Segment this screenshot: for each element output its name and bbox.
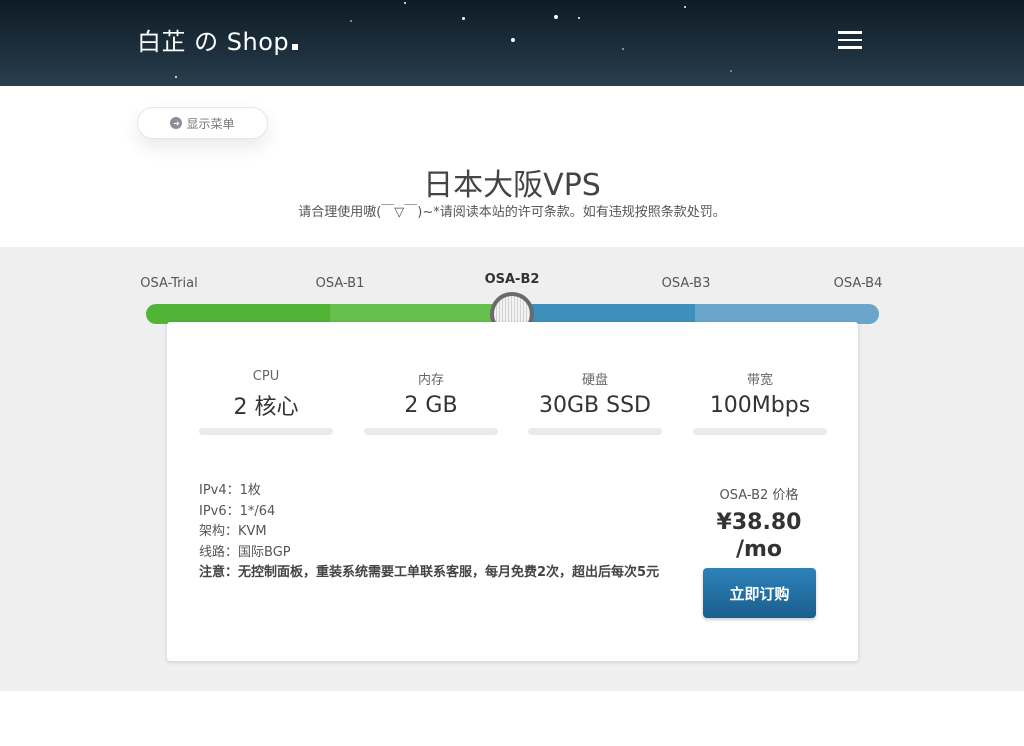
spec-label: 硬盘	[581, 373, 608, 388]
price-area: OSA-B2 价格 ¥38.80 /mo	[695, 484, 823, 563]
spec-memory: 内存 2 GB	[364, 369, 498, 435]
slider-segment-b1	[330, 304, 512, 324]
site-logo[interactable]: 白芷 の Shop	[137, 22, 299, 57]
spec-label: 内存	[417, 373, 444, 388]
star-decoration	[175, 76, 177, 78]
spec-value: 2 核心	[233, 395, 299, 420]
slider-segment-b3	[695, 304, 879, 324]
star-decoration	[404, 2, 406, 4]
plan-label-osa-trial[interactable]: OSA-Trial	[140, 276, 197, 291]
star-decoration	[554, 15, 558, 19]
spec-bar	[693, 428, 827, 435]
detail-ipv4: IPv4：1枚	[199, 483, 261, 498]
page-title: 日本大阪VPS	[423, 168, 601, 203]
star-decoration	[730, 70, 732, 72]
plan-details: IPv4：1枚 IPv6：1*/64 架构：KVM 线路：国际BGP 注意：无控…	[199, 481, 669, 584]
arrow-right-circle-icon: ➜	[170, 117, 183, 129]
plan-label-osa-b2[interactable]: OSA-B2	[485, 272, 540, 287]
site-header: 白芷 の Shop	[0, 0, 1024, 86]
star-decoration	[350, 20, 352, 22]
detail-ipv6: IPv6：1*/64	[199, 503, 276, 519]
slider-segment-b2	[512, 304, 695, 324]
plan-label-osa-b1[interactable]: OSA-B1	[316, 276, 365, 291]
star-decoration	[684, 6, 686, 8]
detail-note: 注意：无控制面板，重装系统需要工单联系客服，每月免费2次，超出后每次5元	[199, 565, 660, 580]
price-period: /mo	[735, 537, 783, 562]
plan-label-osa-b4[interactable]: OSA-B4	[834, 276, 883, 291]
star-decoration	[511, 38, 515, 42]
spec-bandwidth: 带宽 100Mbps	[693, 369, 827, 435]
show-menu-label: 显示菜单	[186, 116, 235, 131]
logo-text: 白芷 の Shop	[137, 28, 290, 56]
buy-now-button[interactable]: 立即订购	[703, 568, 816, 618]
spec-value: 2 GB	[404, 393, 458, 418]
spec-value: 30GB SSD	[539, 393, 651, 418]
detail-line: 线路：国际BGP	[199, 544, 291, 560]
spec-cpu: CPU 2 核心	[199, 369, 333, 435]
hamburger-icon[interactable]	[838, 31, 862, 49]
price-amount: ¥38.80	[716, 510, 802, 535]
plan-card: CPU 2 核心 内存 2 GB 硬盘 30GB SSD 带宽 100Mbps …	[167, 322, 858, 661]
star-decoration	[578, 17, 580, 19]
page-subtitle: 请合理使用嗷(￣▽￣)~*请阅读本站的许可条款。如有违规按照条款处罚。	[298, 205, 726, 220]
spec-label: CPU	[252, 369, 280, 384]
plan-label-osa-b3[interactable]: OSA-B3	[662, 276, 711, 291]
spec-label: 带宽	[746, 373, 773, 388]
star-decoration	[622, 48, 624, 50]
star-decoration	[462, 17, 465, 20]
logo-dot	[292, 44, 299, 50]
spec-value: 100Mbps	[709, 393, 811, 418]
price-label: OSA-B2 价格	[719, 488, 799, 503]
spec-bar	[528, 428, 662, 435]
spec-disk: 硬盘 30GB SSD	[528, 369, 662, 435]
slider-segment-trial	[146, 304, 330, 324]
show-menu-button[interactable]: ➜ 显示菜单	[137, 107, 268, 139]
spec-bar	[364, 428, 498, 435]
spec-bar	[199, 428, 333, 435]
detail-arch: 架构：KVM	[199, 524, 267, 539]
